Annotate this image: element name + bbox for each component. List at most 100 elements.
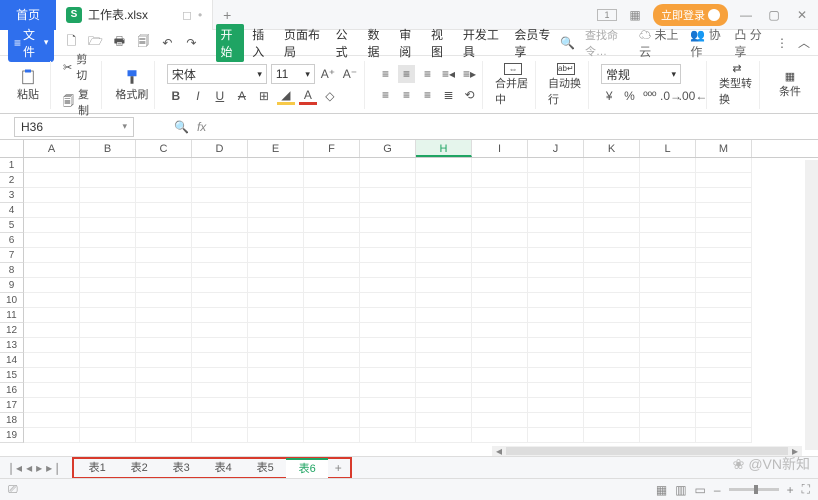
row-header[interactable]: 9 [0,278,24,293]
cell[interactable] [472,383,528,398]
status-record-icon[interactable]: ⎚ [8,482,18,497]
cell[interactable] [248,233,304,248]
indent-inc-icon[interactable]: ≡▸ [461,65,478,83]
row-header[interactable]: 3 [0,188,24,203]
column-header[interactable]: J [528,140,584,157]
cell[interactable] [248,413,304,428]
cell[interactable] [584,203,640,218]
cell[interactable] [248,263,304,278]
cell[interactable] [248,428,304,443]
cell[interactable] [696,203,752,218]
cell[interactable] [248,323,304,338]
cell[interactable] [416,383,472,398]
cell[interactable] [192,158,248,173]
document-tab[interactable]: S 工作表.xlsx ◻ • [56,0,213,30]
row-header[interactable]: 19 [0,428,24,443]
cell[interactable] [640,353,696,368]
cell[interactable] [304,203,360,218]
row-header[interactable]: 4 [0,203,24,218]
cell[interactable] [304,428,360,443]
collapse-ribbon-icon[interactable]: ︿ [798,34,810,51]
cell[interactable] [528,263,584,278]
column-header[interactable]: D [192,140,248,157]
column-header[interactable]: C [136,140,192,157]
cell[interactable] [24,323,80,338]
cell[interactable] [416,278,472,293]
cell[interactable] [192,338,248,353]
qat-open-icon[interactable]: 🗁 [86,34,104,52]
cell[interactable] [248,353,304,368]
cell[interactable] [304,383,360,398]
cell[interactable] [80,203,136,218]
column-header[interactable]: I [472,140,528,157]
border-button[interactable]: ⊞ [255,87,273,105]
cell[interactable] [472,233,528,248]
more-icon[interactable]: ⋮ [776,36,788,50]
cell[interactable] [696,353,752,368]
cell[interactable] [696,173,752,188]
row-header[interactable]: 15 [0,368,24,383]
qat-save-icon[interactable]: 🗋 [62,34,80,52]
cell[interactable] [80,248,136,263]
align-left-icon[interactable]: ≡ [377,86,394,104]
cell[interactable] [416,158,472,173]
formula-input[interactable] [214,118,714,136]
sheet-tab[interactable]: 表4 [202,459,244,477]
row-header[interactable]: 6 [0,233,24,248]
cell[interactable] [416,398,472,413]
cell[interactable] [24,218,80,233]
cell[interactable] [80,158,136,173]
cell[interactable] [248,278,304,293]
cell[interactable] [416,413,472,428]
cell[interactable] [696,248,752,263]
cell[interactable] [304,233,360,248]
cell[interactable] [248,188,304,203]
cell[interactable] [80,218,136,233]
cell[interactable] [360,233,416,248]
layout-icon[interactable]: 1 [597,9,617,21]
cell[interactable] [136,218,192,233]
cell[interactable] [304,293,360,308]
cell[interactable] [80,323,136,338]
fullscreen-icon[interactable]: ⛶ [802,482,810,497]
row-header[interactable]: 1 [0,158,24,173]
cell[interactable] [24,353,80,368]
cell[interactable] [584,188,640,203]
cell[interactable] [192,248,248,263]
cell[interactable] [24,248,80,263]
cell[interactable] [640,233,696,248]
cell[interactable] [248,158,304,173]
new-tab-button[interactable]: + [213,7,241,23]
sheet-tab[interactable]: 表3 [160,459,202,477]
align-middle-icon[interactable]: ≡ [398,65,415,83]
cell[interactable] [136,278,192,293]
cell[interactable] [696,293,752,308]
cell[interactable] [136,323,192,338]
qat-preview-icon[interactable]: 🗐 [134,34,152,52]
cell[interactable] [192,263,248,278]
cell[interactable] [136,338,192,353]
column-header[interactable]: H [416,140,472,157]
cell[interactable] [640,428,696,443]
cell[interactable] [640,278,696,293]
cell[interactable] [304,353,360,368]
row-header[interactable]: 5 [0,218,24,233]
sheet-nav-next-icon[interactable]: ▸ [36,461,42,475]
column-header[interactable]: M [696,140,752,157]
cell[interactable] [24,158,80,173]
thousands-icon[interactable]: ººº [642,87,658,105]
cell[interactable] [640,308,696,323]
cell[interactable] [472,173,528,188]
cell[interactable] [192,218,248,233]
cell[interactable] [360,263,416,278]
cell[interactable] [640,293,696,308]
cell[interactable] [416,188,472,203]
cell[interactable] [304,173,360,188]
cell[interactable] [80,278,136,293]
cell[interactable] [472,188,528,203]
cell[interactable] [136,308,192,323]
font-color-button[interactable]: A [299,87,317,105]
cell[interactable] [304,248,360,263]
cell[interactable] [696,398,752,413]
ribbon-tab-0[interactable]: 开始 [216,24,244,62]
